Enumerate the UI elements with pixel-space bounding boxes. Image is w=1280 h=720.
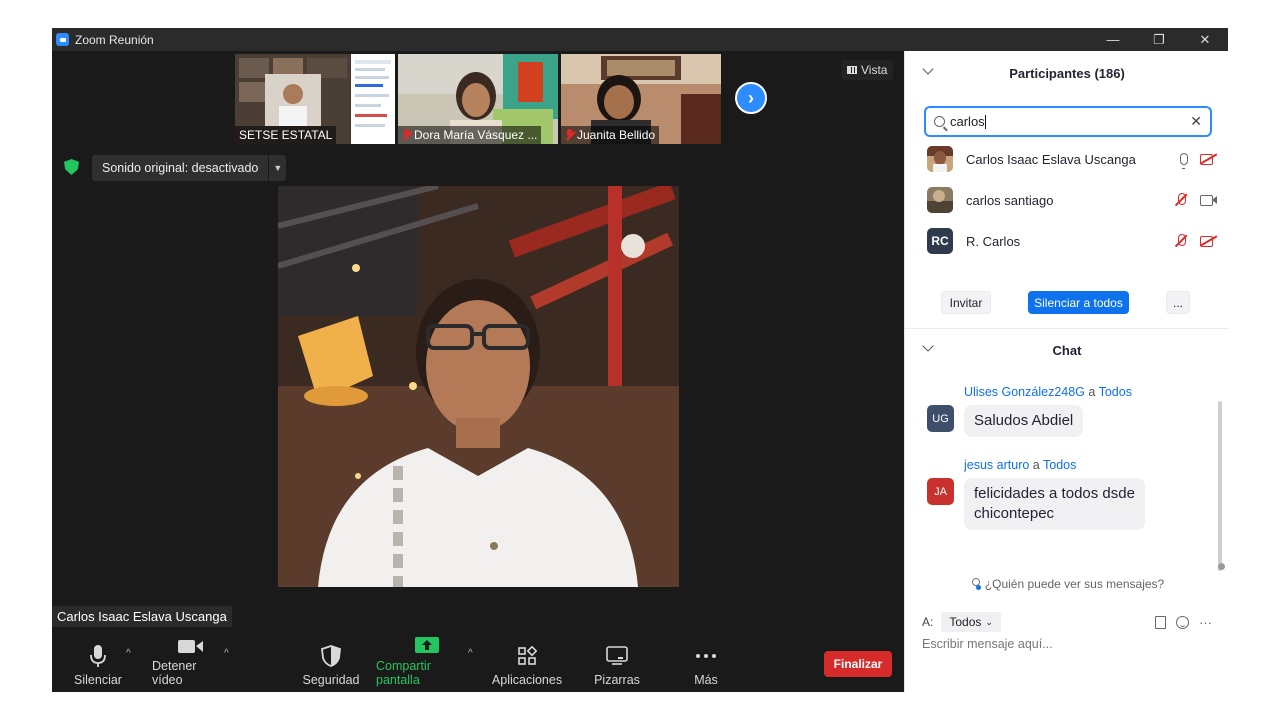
share-screen-icon <box>414 636 440 654</box>
side-panel: Participantes (186) carlos ✕ Carlos Isaa… <box>904 51 1229 692</box>
share-options-chevron-up-icon[interactable]: ^ <box>468 648 473 659</box>
avatar <box>927 146 953 172</box>
original-sound-toggle[interactable]: Sonido original: desactivado ▼ <box>92 155 287 181</box>
close-window-button[interactable]: ✕ <box>1182 28 1228 51</box>
active-speaker-name: Carlos Isaac Eslava Uscanga <box>52 606 232 627</box>
muted-mic-icon <box>402 129 411 141</box>
collapse-chat-chevron-icon[interactable] <box>922 340 934 352</box>
chat-message-bubble: felicidades a todos dsde chicontepec <box>964 478 1145 530</box>
video-stage: SETSE ESTATAL Dora María Vásquez ... Jua… <box>52 51 904 692</box>
clear-search-icon[interactable]: ✕ <box>1190 113 1202 130</box>
restore-button[interactable]: ❐ <box>1136 28 1182 51</box>
muted-mic-icon[interactable] <box>1174 193 1188 207</box>
file-icon[interactable] <box>1155 615 1166 629</box>
original-sound-label: Sonido original: desactivado <box>102 161 259 175</box>
security-button[interactable]: Seguridad <box>302 640 360 692</box>
video-off-icon[interactable] <box>1200 235 1217 247</box>
chat-header: Chat <box>905 328 1229 372</box>
view-button[interactable]: Vista <box>841 60 894 80</box>
invite-button[interactable]: Invitar <box>941 291 991 314</box>
avatar: JA <box>927 478 954 505</box>
video-camera-icon[interactable] <box>1200 194 1217 206</box>
video-options-chevron-up-icon[interactable]: ^ <box>224 648 229 659</box>
chat-message-bubble: Saludos Abdiel <box>964 405 1084 437</box>
grid-view-icon <box>847 66 857 74</box>
zoom-window: Zoom Reunión — ❐ ✕ SETSE ESTATAL Dora Ma… <box>52 28 1229 692</box>
whiteboard-icon <box>606 644 628 668</box>
avatar: UG <box>927 405 954 432</box>
whiteboards-button[interactable]: Pizarras <box>590 640 644 692</box>
participant-row[interactable]: RC R. Carlos <box>927 226 1217 256</box>
video-off-icon[interactable] <box>1200 153 1217 165</box>
who-can-see-messages-link[interactable]: ¿Quién puede ver sus mensajes? <box>905 572 1229 596</box>
thumbnail-video-1[interactable]: SETSE ESTATAL <box>235 54 395 144</box>
person-icon <box>970 578 981 590</box>
thumbnail-name-3: Juanita Bellido <box>561 126 660 144</box>
participant-search-input[interactable]: carlos ✕ <box>924 106 1212 137</box>
recipient-select[interactable]: Todos ⌄ <box>941 612 1001 632</box>
apps-icon <box>517 644 537 668</box>
participants-header: Participantes (186) <box>905 51 1229 95</box>
microphone-icon <box>90 644 106 668</box>
encryption-shield-icon[interactable] <box>64 159 79 175</box>
more-dots-icon[interactable]: ··· <box>1199 615 1212 630</box>
window-title: Zoom Reunión <box>75 32 154 47</box>
more-button[interactable]: Más <box>684 640 728 692</box>
stop-video-button[interactable]: Detener vídeo <box>152 640 230 692</box>
search-icon <box>934 116 945 127</box>
participants-more-button[interactable]: ... <box>1166 291 1190 314</box>
meeting-toolbar: Silenciar ^ Detener vídeo ^ Seguridad Co… <box>52 637 904 692</box>
muted-mic-icon <box>565 129 574 141</box>
microphone-icon[interactable] <box>1180 153 1188 169</box>
chat-message-sender: Ulises González248G a Todos <box>964 385 1132 399</box>
minimize-button[interactable]: — <box>1090 28 1136 51</box>
chat-scrollbar[interactable] <box>1218 401 1222 571</box>
mute-button[interactable]: Silenciar <box>72 640 124 692</box>
thumbnail-name-2: Dora María Vásquez ... <box>398 126 542 144</box>
more-dots-icon <box>695 644 717 668</box>
next-page-button[interactable]: › <box>735 82 767 114</box>
text-cursor <box>984 115 986 130</box>
chevron-down-icon: ⌄ <box>985 616 993 627</box>
muted-mic-icon[interactable] <box>1174 234 1188 248</box>
thumbnail-name-1: SETSE ESTATAL <box>235 126 337 144</box>
apps-button[interactable]: Aplicaciones <box>492 640 562 692</box>
zoom-app-icon <box>56 33 69 46</box>
collapse-participants-chevron-icon[interactable] <box>922 63 934 75</box>
video-camera-icon <box>178 638 204 654</box>
chat-message-input[interactable]: Escribir mensaje aquí... <box>922 637 1212 657</box>
chevron-down-icon[interactable]: ▼ <box>268 155 286 181</box>
scrollbar-thumb[interactable] <box>1218 563 1225 570</box>
mute-all-button[interactable]: Silenciar a todos <box>1028 291 1129 314</box>
active-speaker-image <box>278 186 679 587</box>
thumbnail-video-2[interactable]: Dora María Vásquez ... <box>398 54 558 144</box>
participant-row[interactable]: carlos santiago <box>927 185 1217 215</box>
avatar <box>927 187 953 213</box>
search-value: carlos <box>950 113 986 130</box>
window-controls: — ❐ ✕ <box>1090 28 1228 51</box>
active-speaker-video <box>278 186 679 587</box>
emoji-icon[interactable] <box>1176 615 1189 629</box>
security-shield-icon <box>321 644 341 668</box>
end-meeting-button[interactable]: Finalizar <box>824 651 892 677</box>
chat-message-sender: jesus arturo a Todos <box>964 458 1077 472</box>
avatar: RC <box>927 228 953 254</box>
audio-options-chevron-up-icon[interactable]: ^ <box>126 648 131 659</box>
title-bar: Zoom Reunión — ❐ ✕ <box>52 28 1228 51</box>
participant-row[interactable]: Carlos Isaac Eslava Uscanga <box>927 144 1217 174</box>
chat-recipient-row: A: Todos ⌄ ··· <box>922 610 1212 634</box>
thumbnail-video-3[interactable]: Juanita Bellido <box>561 54 721 144</box>
share-screen-button[interactable]: Compartir pantalla <box>376 637 478 692</box>
